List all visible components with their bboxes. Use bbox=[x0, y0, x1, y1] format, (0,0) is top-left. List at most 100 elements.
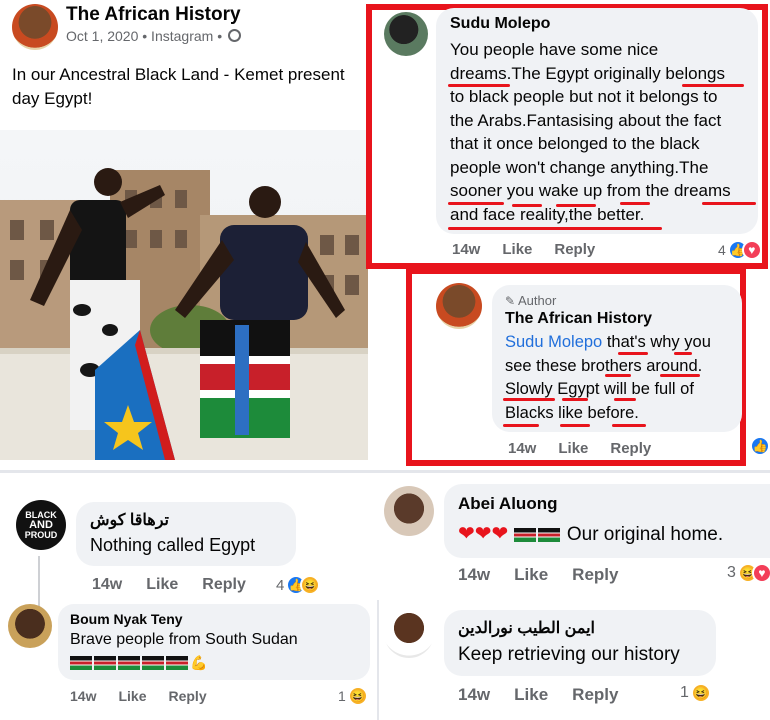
heart-icons: ❤❤❤ bbox=[458, 523, 509, 545]
haha-reaction-icon: 😆 bbox=[690, 683, 711, 703]
boum-actions: 14w Like Reply bbox=[70, 688, 207, 704]
column-divider bbox=[377, 600, 379, 720]
boum-like-button[interactable]: Like bbox=[118, 688, 146, 704]
flag-icon bbox=[166, 655, 188, 670]
avatar-text: AND bbox=[29, 519, 53, 531]
red-underline bbox=[556, 204, 596, 207]
red-underline bbox=[618, 352, 648, 355]
boum-reaction-count: 1 bbox=[338, 688, 346, 704]
ayman-comment-text: Keep retrieving our history bbox=[458, 644, 680, 665]
globe-icon bbox=[228, 29, 241, 42]
like-reaction-icon[interactable]: 👍 bbox=[750, 436, 770, 456]
red-underline bbox=[674, 352, 692, 355]
boum-reactions[interactable]: 1 😆 bbox=[338, 686, 368, 706]
tarhaka-reaction-count: 4 bbox=[276, 576, 285, 594]
haha-reaction-icon: 😆 bbox=[300, 575, 321, 595]
author-reply-line: Sudu Molepo that's why you bbox=[505, 331, 711, 355]
abei-reply-button[interactable]: Reply bbox=[572, 565, 618, 585]
post-author-name[interactable]: The African History bbox=[66, 4, 241, 26]
red-underline bbox=[612, 424, 646, 427]
red-underline bbox=[620, 202, 650, 205]
flag-icon bbox=[513, 527, 536, 542]
tarhaka-actions: 14w Like Reply bbox=[92, 576, 246, 594]
tarhaka-avatar[interactable]: BLACK AND PROUD bbox=[16, 500, 66, 550]
abei-avatar[interactable] bbox=[384, 486, 434, 536]
sudu-line: that it once belonged to the black bbox=[450, 134, 700, 153]
love-reaction-icon: ♥ bbox=[741, 240, 762, 260]
mention-link[interactable]: Sudu Molepo bbox=[505, 333, 602, 351]
abei-name[interactable]: Abei Aluong bbox=[458, 494, 557, 514]
post-text-line: day Egypt! bbox=[12, 89, 93, 108]
sudu-actions: 14w Like Reply bbox=[452, 241, 595, 258]
post-text: In our Ancestral Black Land - Kemet pres… bbox=[12, 63, 368, 111]
author-reply-name[interactable]: The African History bbox=[505, 310, 652, 328]
sudu-name[interactable]: Sudu Molepo bbox=[450, 15, 550, 33]
ayman-time[interactable]: 14w bbox=[458, 685, 490, 705]
sudu-line: sooner you wake up from the dreams bbox=[450, 181, 731, 200]
photo-scene bbox=[0, 168, 368, 460]
sudu-avatar[interactable] bbox=[384, 12, 428, 56]
ayman-avatar[interactable] bbox=[384, 608, 434, 658]
avatar-text: PROUD bbox=[24, 530, 58, 540]
abei-comment-line: ❤❤❤ Our original home. bbox=[458, 521, 723, 546]
author-reply-line-rest: that's why you bbox=[602, 333, 711, 351]
abei-comment-text: Our original home. bbox=[566, 524, 724, 545]
tarhaka-reply-button[interactable]: Reply bbox=[202, 576, 246, 594]
red-underline bbox=[562, 398, 588, 401]
author-reply-like-button[interactable]: Like bbox=[558, 440, 588, 457]
flag-icon bbox=[118, 655, 140, 670]
sudu-reply-button[interactable]: Reply bbox=[554, 241, 595, 258]
abei-time[interactable]: 14w bbox=[458, 565, 490, 585]
love-reaction-icon: ♥ bbox=[751, 563, 770, 583]
divider bbox=[0, 470, 770, 473]
ayman-reaction-count: 1 bbox=[680, 684, 689, 701]
sudu-time[interactable]: 14w bbox=[452, 241, 480, 258]
post-photo[interactable] bbox=[0, 130, 368, 460]
boum-avatar[interactable] bbox=[8, 604, 52, 648]
boum-time[interactable]: 14w bbox=[70, 688, 96, 704]
south-sudan-flags: 💪 bbox=[70, 654, 207, 672]
ayman-actions: 14w Like Reply bbox=[458, 685, 618, 705]
ayman-name[interactable]: ايمن الطيب نورالدين bbox=[458, 618, 595, 638]
sudu-reactions[interactable]: 4 👍 ♥ bbox=[718, 240, 762, 260]
abei-reaction-count: 3 bbox=[727, 564, 736, 581]
abei-reactions[interactable]: 3 😆 ♥ bbox=[727, 563, 770, 583]
red-underline bbox=[660, 374, 700, 377]
author-reply-avatar[interactable] bbox=[436, 283, 482, 329]
thread-line bbox=[38, 556, 40, 608]
post-author-avatar[interactable] bbox=[12, 4, 58, 50]
tarhaka-like-button[interactable]: Like bbox=[146, 576, 178, 594]
post-meta-text: Oct 1, 2020 • Instagram • bbox=[66, 28, 223, 44]
sudu-line: You people have some nice bbox=[450, 40, 659, 59]
sudu-line: people won't change anything.The bbox=[450, 157, 709, 177]
author-reply-time[interactable]: 14w bbox=[508, 440, 536, 457]
tarhaka-name[interactable]: ترهاقا كوش bbox=[90, 510, 169, 530]
abei-like-button[interactable]: Like bbox=[514, 565, 548, 585]
haha-reaction-icon: 😆 bbox=[347, 686, 368, 706]
pencil-icon: ✎ bbox=[505, 294, 516, 308]
author-reply-line: Blacks like before. bbox=[505, 403, 639, 422]
red-underline bbox=[702, 202, 756, 205]
post-meta: Oct 1, 2020 • Instagram • bbox=[66, 28, 241, 44]
author-badge-label: Author bbox=[517, 293, 557, 308]
flag-icon bbox=[70, 655, 92, 670]
sudu-reaction-count: 4 bbox=[718, 242, 726, 258]
ayman-reply-button[interactable]: Reply bbox=[572, 685, 618, 705]
sudu-comment-text: You people have some nice dreams.The Egy… bbox=[450, 38, 731, 226]
author-reply-reply-button[interactable]: Reply bbox=[610, 440, 651, 457]
boum-reply-button[interactable]: Reply bbox=[168, 688, 206, 704]
flexed-biceps-icon: 💪 bbox=[190, 654, 208, 671]
ayman-like-button[interactable]: Like bbox=[514, 685, 548, 705]
ayman-reactions[interactable]: 1 😆 bbox=[680, 683, 711, 703]
boum-name[interactable]: Boum Nyak Teny bbox=[70, 611, 183, 627]
sudu-like-button[interactable]: Like bbox=[502, 241, 532, 258]
post-text-line: In our Ancestral Black Land - Kemet pres… bbox=[12, 65, 345, 84]
red-underline bbox=[614, 398, 636, 401]
author-reply-actions: 14w Like Reply bbox=[508, 440, 651, 457]
tarhaka-time[interactable]: 14w bbox=[92, 576, 122, 594]
abei-actions: 14w Like Reply bbox=[458, 565, 618, 585]
tarhaka-reactions[interactable]: 4 👍 😆 bbox=[276, 575, 321, 595]
red-underline bbox=[512, 204, 542, 207]
sudu-line: to black people but not it belongs to bbox=[450, 87, 718, 106]
author-reply-text: Sudu Molepo that's why you see these bro… bbox=[505, 331, 711, 425]
